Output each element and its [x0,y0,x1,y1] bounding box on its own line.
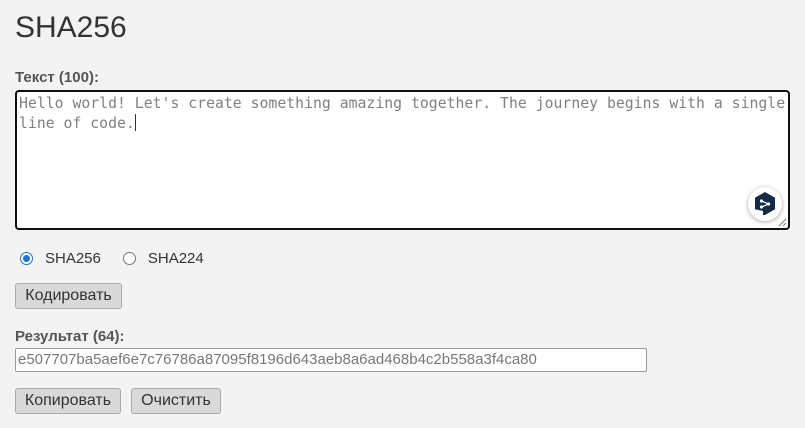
radio-sha224[interactable]: SHA224 [122,249,204,267]
deepl-logo-icon [755,192,775,215]
radio-sha224-label: SHA224 [147,249,204,267]
text-caret [134,114,136,131]
radio-sha256-button[interactable] [20,251,33,265]
radio-sha224-button[interactable] [122,251,136,265]
text-input-content[interactable]: Hello world! Let's create something amaz… [19,94,786,226]
resize-grip-icon[interactable] [777,217,787,227]
text-input[interactable]: Hello world! Let's create something amaz… [15,90,790,230]
result-label: Результат (64): [15,328,125,345]
page-title: SHA256 [15,11,127,44]
radio-sha256-label: SHA256 [45,249,101,267]
algorithm-selector: SHA256 SHA224 [20,248,226,268]
clear-button[interactable]: Очистить [131,388,221,414]
radio-sha256[interactable]: SHA256 [20,250,101,267]
encode-button[interactable]: Кодировать [15,283,122,309]
copy-button[interactable]: Копировать [15,388,121,414]
result-field[interactable]: e507707ba5aef6e7c76786a87095f8196d643aeb… [15,348,647,372]
deepl-icon[interactable] [748,187,782,221]
input-label: Текст (100): [15,69,99,86]
page: SHA256 Текст (100): Hello world! Let's c… [0,0,805,428]
